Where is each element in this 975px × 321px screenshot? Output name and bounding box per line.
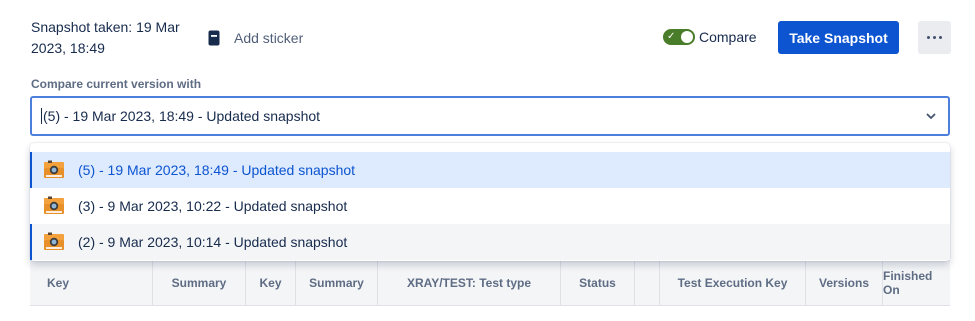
dropdown-option[interactable]: (2) - 9 Mar 2023, 10:14 - Updated snapsh… <box>30 224 950 260</box>
compare-select-label: Compare current version with <box>31 77 202 91</box>
add-sticker-button[interactable]: Add sticker <box>208 27 303 49</box>
toggle-knob <box>681 31 693 43</box>
take-snapshot-button[interactable]: Take Snapshot <box>778 21 899 54</box>
more-horizontal-icon <box>927 36 942 39</box>
compare-version-select[interactable]: (5) - 19 Mar 2023, 18:49 - Updated snaps… <box>30 96 950 136</box>
column-header[interactable]: Summary <box>296 258 378 305</box>
compare-select-value: (5) - 19 Mar 2023, 18:49 - Updated snaps… <box>43 108 321 124</box>
camera-icon <box>43 196 65 216</box>
dropdown-option[interactable]: (5) - 19 Mar 2023, 18:49 - Updated snaps… <box>30 152 950 188</box>
dropdown-option-label: (2) - 9 Mar 2023, 10:14 - Updated snapsh… <box>78 234 348 250</box>
add-sticker-label: Add sticker <box>234 30 304 46</box>
column-header[interactable]: Key <box>246 258 296 305</box>
text-cursor <box>41 108 42 124</box>
camera-icon <box>43 232 65 252</box>
column-header[interactable]: XRAY/TEST: Test type <box>378 258 561 305</box>
column-header[interactable]: Key <box>30 258 153 305</box>
column-header[interactable]: Versions <box>806 258 883 305</box>
dropdown-option-label: (5) - 19 Mar 2023, 18:49 - Updated snaps… <box>78 162 356 178</box>
snapshot-title: Snapshot taken: 19 Mar 2023, 18:49 <box>31 19 180 56</box>
compare-toggle-group: ✓ Compare <box>663 27 757 47</box>
compare-label: Compare <box>699 29 757 45</box>
more-actions-button[interactable] <box>918 21 951 54</box>
column-header[interactable]: Finished On <box>883 258 950 305</box>
column-header <box>635 258 660 305</box>
column-header[interactable]: Summary <box>153 258 246 305</box>
snapshot-panel: Snapshot taken: 19 Mar 2023, 18:49 Add s… <box>0 0 975 321</box>
table-header: Key Summary Key Summary XRAY/TEST: Test … <box>30 258 950 306</box>
check-icon: ✓ <box>667 31 676 42</box>
column-header[interactable]: Status <box>561 258 635 305</box>
camera-icon <box>43 160 65 180</box>
sticker-icon <box>208 30 220 46</box>
compare-toggle[interactable]: ✓ <box>663 29 695 45</box>
chevron-down-icon[interactable] <box>924 109 938 123</box>
dropdown-option-label: (3) - 9 Mar 2023, 10:22 - Updated snapsh… <box>78 198 348 214</box>
dropdown-option[interactable]: (3) - 9 Mar 2023, 10:22 - Updated snapsh… <box>30 188 950 224</box>
compare-version-dropdown: (5) - 19 Mar 2023, 18:49 - Updated snaps… <box>30 143 950 261</box>
column-header[interactable]: Test Execution Key <box>660 258 806 305</box>
